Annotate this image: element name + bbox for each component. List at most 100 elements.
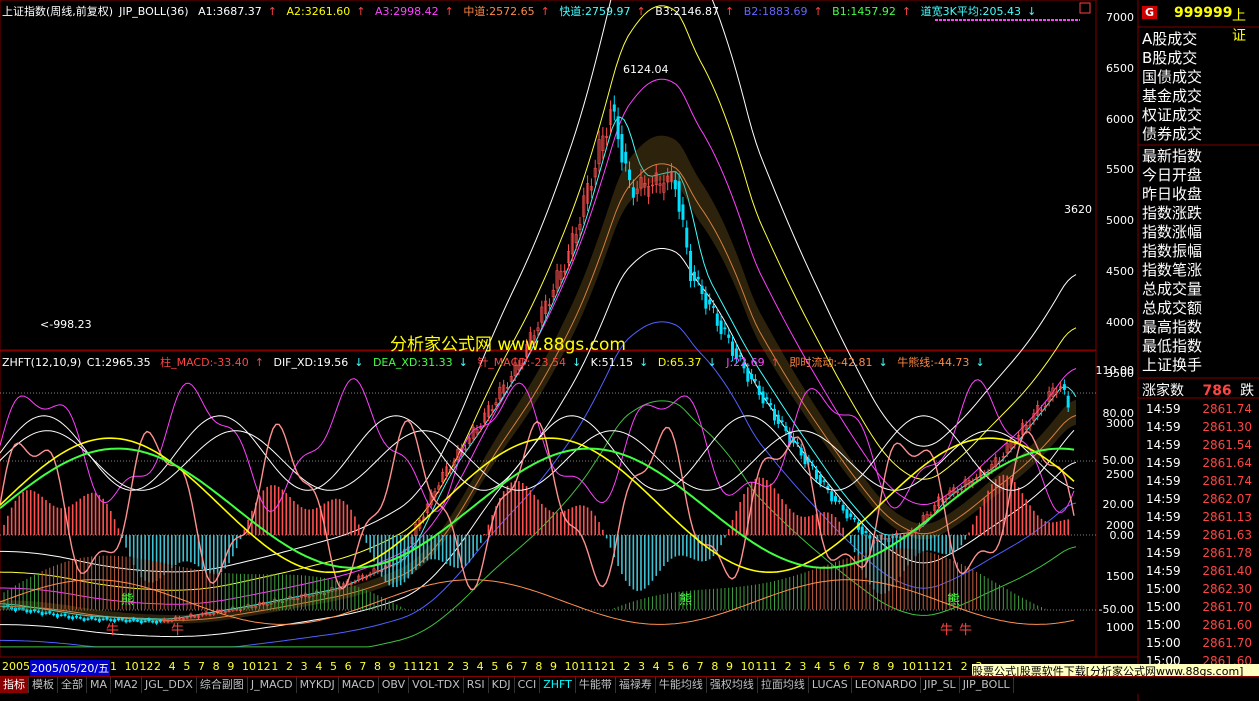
candle-body bbox=[776, 414, 780, 424]
tick-row: 14:59 2861.63 bbox=[1140, 526, 1258, 544]
tick-time: 14:59 bbox=[1146, 438, 1181, 452]
tab-21[interactable]: LUCAS bbox=[809, 677, 852, 693]
tab-10[interactable]: OBV bbox=[379, 677, 410, 693]
menu-item[interactable]: 债券成交 bbox=[1142, 125, 1202, 144]
tick-value: 2861.64 bbox=[1202, 456, 1252, 470]
tick-value: 2861.70 bbox=[1202, 636, 1252, 650]
indicator-name[interactable]: JIP_BOLL(36) bbox=[119, 5, 188, 18]
menu-item[interactable]: A股成交 bbox=[1142, 30, 1197, 49]
macd-bar-value: 柱_MACD:-33.40 bbox=[160, 356, 249, 369]
tab-12[interactable]: RSI bbox=[464, 677, 489, 693]
tick-value: 2861.30 bbox=[1202, 420, 1252, 434]
tick-time: 14:59 bbox=[1146, 456, 1181, 470]
tab-9[interactable]: MACD bbox=[339, 677, 379, 693]
tab-5[interactable]: JGL_DDX bbox=[142, 677, 197, 693]
tick-value: 2861.40 bbox=[1202, 564, 1252, 578]
tab-1[interactable]: 模板 bbox=[29, 677, 58, 693]
candle-body bbox=[136, 619, 140, 622]
candle-body bbox=[765, 397, 769, 400]
tab-11[interactable]: VOL-TDX bbox=[409, 677, 464, 693]
month-label: 7 bbox=[198, 660, 205, 673]
candle-body bbox=[692, 271, 696, 281]
tab-14[interactable]: CCI bbox=[515, 677, 541, 693]
tab-2[interactable]: 全部 bbox=[58, 677, 87, 693]
width-value: 道宽3K平均:205.43 bbox=[920, 5, 1022, 18]
main-y-tick: 5500 bbox=[1106, 163, 1134, 177]
menu-item[interactable]: 指数振幅 bbox=[1142, 242, 1202, 261]
date-axis: 2005 2005/05/20/五 1 10 12 2 4 5 7 8 9 10 12 1 2 3 4 5 6 7… bbox=[0, 659, 1000, 676]
last-price-label: 3620 bbox=[1064, 203, 1092, 216]
menu-item[interactable]: 国债成交 bbox=[1142, 68, 1202, 87]
k-value: K:51.15 bbox=[590, 356, 634, 369]
menu-item[interactable]: 今日开盘 bbox=[1142, 166, 1202, 185]
tick-time: 14:59 bbox=[1146, 546, 1181, 560]
tick-row: 14:59 2861.13 bbox=[1140, 508, 1258, 526]
candle-body bbox=[29, 610, 33, 613]
tick-time: 14:59 bbox=[1146, 564, 1181, 578]
menu-item[interactable]: 指数笔涨 bbox=[1142, 261, 1202, 280]
tab-4[interactable]: MA2 bbox=[111, 677, 143, 693]
candle-body bbox=[757, 385, 761, 395]
month-label: 5 bbox=[667, 660, 675, 673]
candle-body bbox=[616, 116, 620, 140]
month-label: 9 bbox=[887, 660, 895, 673]
menu-item[interactable]: 上证换手 bbox=[1142, 356, 1202, 375]
menu-item[interactable]: 昨日收盘 bbox=[1142, 185, 1202, 204]
month-label: 8 bbox=[872, 660, 880, 673]
candle-body bbox=[63, 613, 67, 616]
menu-item[interactable]: 总成交额 bbox=[1142, 299, 1202, 318]
tick-time: 15:00 bbox=[1146, 636, 1181, 650]
code-badge: G bbox=[1142, 6, 1158, 19]
tab-17[interactable]: 福禄寿 bbox=[616, 677, 656, 693]
tick-row: 14:59 2861.74 bbox=[1140, 472, 1258, 490]
tab-20[interactable]: 拉面均线 bbox=[758, 677, 809, 693]
bear-label-1: 熊 bbox=[121, 593, 135, 608]
menu-item[interactable]: 最低指数 bbox=[1142, 337, 1202, 356]
watermark: 分析家公式网 www.88gs.com bbox=[390, 335, 626, 355]
candle-body bbox=[620, 134, 624, 163]
main-chart-canvas[interactable] bbox=[0, 0, 1259, 701]
menu-item[interactable]: 指数涨幅 bbox=[1142, 223, 1202, 242]
candle-body bbox=[811, 464, 815, 467]
tab-3[interactable]: MA bbox=[87, 677, 112, 693]
tab-13[interactable]: KDJ bbox=[489, 677, 515, 693]
tab-24[interactable]: JIP_BOLL bbox=[960, 677, 1014, 693]
candle-body bbox=[681, 204, 685, 220]
tab-18[interactable]: 牛能均线 bbox=[656, 677, 707, 693]
month-label: 9 bbox=[726, 660, 733, 673]
month-label: 11 bbox=[755, 660, 770, 673]
month-label: 2 bbox=[960, 660, 968, 673]
month-label: 1 bbox=[770, 660, 777, 673]
tab-16[interactable]: 牛能带 bbox=[576, 677, 616, 693]
tick-time: 15:00 bbox=[1146, 582, 1181, 596]
bull-label-4: 牛 bbox=[959, 623, 973, 638]
tab-19[interactable]: 强权均线 bbox=[707, 677, 758, 693]
menu-item[interactable]: 权证成交 bbox=[1142, 106, 1202, 125]
main-chart-header: 上证指数(周线,前复权) JIP_BOLL(36) A1:3687.37 ↑ A2:… bbox=[2, 5, 1037, 18]
tab-7[interactable]: J_MACD bbox=[248, 677, 297, 693]
tab-0[interactable]: 指标 bbox=[0, 677, 29, 693]
j-value: J:22.69 bbox=[726, 356, 765, 369]
menu-item[interactable]: 基金成交 bbox=[1142, 87, 1202, 106]
sub-indicator-name[interactable]: ZHFT(12,10,9) bbox=[2, 356, 81, 369]
month-label: 10 bbox=[242, 660, 256, 673]
tab-22[interactable]: LEONARDO bbox=[852, 677, 921, 693]
tab-8[interactable]: MYKDJ bbox=[297, 677, 339, 693]
tick-row: 14:59 2861.54 bbox=[1140, 436, 1258, 454]
menu-item[interactable]: 指数涨跌 bbox=[1142, 204, 1202, 223]
bear-label-3: 熊 bbox=[947, 593, 961, 608]
tab-23[interactable]: JIP_SL bbox=[921, 677, 960, 693]
menu-item[interactable]: B股成交 bbox=[1142, 49, 1197, 68]
month-label: 7 bbox=[696, 660, 704, 673]
menu-item[interactable]: 最高指数 bbox=[1142, 318, 1202, 337]
menu-item[interactable]: 最新指数 bbox=[1142, 147, 1202, 166]
bull-label-1: 牛 bbox=[106, 623, 120, 638]
month-label: 3 bbox=[300, 660, 308, 673]
tab-6[interactable]: 综合副图 bbox=[197, 677, 248, 693]
candle-body bbox=[845, 509, 849, 519]
menu-item[interactable]: 总成交量 bbox=[1142, 280, 1202, 299]
month-label: 9 bbox=[388, 660, 396, 673]
candle-body bbox=[753, 379, 757, 381]
tab-15[interactable]: ZHFT bbox=[540, 677, 576, 693]
month-label: 10 bbox=[564, 660, 579, 673]
